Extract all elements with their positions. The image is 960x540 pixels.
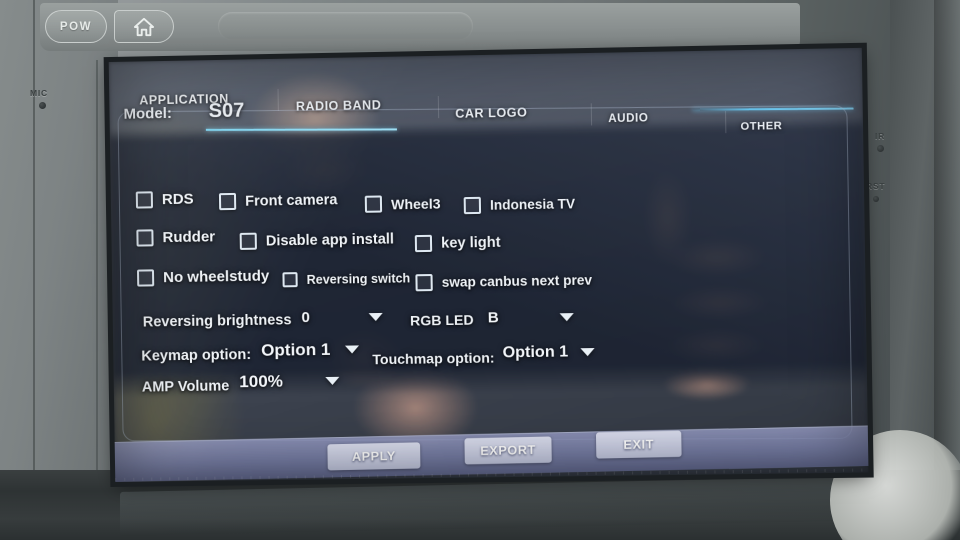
select-value: Option 1	[260, 339, 331, 360]
mic-hole	[39, 102, 46, 109]
checkbox-row-2: Rudder Disable app install key light	[111, 218, 865, 260]
select-label: Touchmap option:	[372, 349, 495, 368]
disc-slot	[218, 12, 473, 40]
model-input[interactable]: S07	[208, 100, 244, 124]
exit-button[interactable]: EXIT	[595, 430, 682, 459]
checkbox-label: swap canbus next prev	[441, 272, 593, 290]
reset-pinhole[interactable]	[873, 196, 879, 202]
checkbox-label: Rudder	[162, 228, 216, 247]
checkbox-box[interactable]	[136, 269, 155, 287]
select-amp-volume[interactable]: AMP Volume 100%	[141, 371, 340, 396]
select-label: Reversing brightness	[142, 311, 292, 331]
ir-sensor	[877, 145, 884, 152]
checkbox-box[interactable]	[239, 232, 257, 250]
checkbox-box[interactable]	[135, 191, 154, 209]
checkbox-disable-app-install[interactable]: Disable app install	[239, 230, 395, 250]
checkbox-indonesia-tv[interactable]: Indonesia TV	[463, 195, 576, 215]
top-button-cluster: POW	[40, 3, 802, 89]
chevron-down-icon[interactable]	[580, 348, 595, 357]
settings-content: Model: S07 RDS Front camera Wheel3 Indon…	[109, 48, 869, 482]
checkbox-label: key light	[441, 234, 501, 252]
left-bezel: MIC	[0, 0, 118, 540]
model-input-underline	[205, 128, 397, 131]
chevron-down-icon[interactable]	[325, 376, 340, 386]
checkbox-row-3: No wheelstudy Reversing switch swap canb…	[112, 258, 866, 300]
checkbox-reversing-switch[interactable]: Reversing switch	[282, 270, 411, 288]
chevron-down-icon[interactable]	[368, 312, 383, 321]
checkbox-label: No wheelstudy	[162, 267, 270, 287]
apply-button-label: APPLY	[351, 448, 396, 464]
select-label: RGB LED	[409, 311, 474, 329]
checkbox-box[interactable]	[136, 229, 154, 247]
select-label: AMP Volume	[141, 378, 230, 396]
select-label: Keymap option:	[141, 346, 252, 365]
select-value: B	[487, 309, 499, 327]
checkbox-swap-canbus-next-prev[interactable]: swap canbus next prev	[415, 272, 592, 292]
checkbox-box[interactable]	[463, 196, 482, 215]
bezel-seam-left-inner	[96, 60, 98, 480]
checkbox-rds[interactable]: RDS	[135, 190, 194, 209]
checkbox-box[interactable]	[282, 272, 298, 288]
checkbox-front-camera[interactable]: Front camera	[218, 191, 338, 211]
lcd-screen[interactable]: APPLICATION RADIO BAND CAR LOGO AUDIO OT…	[108, 47, 869, 482]
mic-label: MIC	[30, 88, 48, 98]
power-button-label: POW	[59, 20, 93, 33]
apply-button[interactable]: APPLY	[327, 442, 421, 471]
checkbox-row-1: RDS Front camera Wheel3 Indonesia TV	[111, 179, 865, 222]
checkbox-box[interactable]	[364, 195, 383, 213]
select-value: 0	[301, 309, 311, 327]
export-button[interactable]: EXPORT	[464, 436, 552, 465]
checkbox-label: Indonesia TV	[489, 196, 576, 213]
checkbox-label: Wheel3	[390, 194, 441, 212]
checkbox-wheel3[interactable]: Wheel3	[364, 194, 441, 213]
checkbox-box[interactable]	[415, 273, 433, 292]
checkbox-no-wheelstudy[interactable]: No wheelstudy	[136, 267, 270, 287]
select-rgb-led[interactable]: RGB LED B	[410, 308, 574, 328]
checkbox-key-light[interactable]: key light	[414, 234, 501, 253]
export-button-label: EXPORT	[480, 442, 537, 459]
home-icon	[133, 17, 155, 36]
checkbox-box[interactable]	[218, 192, 237, 211]
model-label: Model:	[123, 104, 173, 123]
checkbox-label: Reversing switch	[306, 270, 411, 287]
chevron-down-icon[interactable]	[344, 345, 359, 354]
select-value: Option 1	[502, 343, 569, 362]
checkbox-label: RDS	[161, 190, 194, 209]
checkbox-label: Disable app install	[265, 230, 395, 250]
home-button[interactable]	[114, 10, 174, 43]
select-keymap-option[interactable]: Keymap option: Option 1	[141, 339, 359, 365]
power-button[interactable]: POW	[45, 10, 107, 43]
settings-app: APPLICATION RADIO BAND CAR LOGO AUDIO OT…	[109, 48, 869, 482]
select-value: 100%	[239, 371, 284, 392]
select-reversing-brightness[interactable]: Reversing brightness 0	[142, 308, 383, 331]
checkbox-box[interactable]	[414, 234, 433, 253]
bezel-seam-left	[33, 0, 35, 540]
exit-button-label: EXIT	[623, 437, 655, 453]
ir-label: IR	[875, 131, 886, 141]
head-unit-device: MIC IR RST POW APPLICATION RADIO BAND CA…	[0, 0, 960, 540]
rst-label: RST	[866, 181, 886, 191]
checkbox-rudder[interactable]: Rudder	[136, 228, 216, 247]
select-touchmap-option[interactable]: Touchmap option: Option 1	[372, 343, 595, 368]
chevron-down-icon[interactable]	[559, 312, 574, 321]
checkbox-label: Front camera	[245, 191, 338, 210]
